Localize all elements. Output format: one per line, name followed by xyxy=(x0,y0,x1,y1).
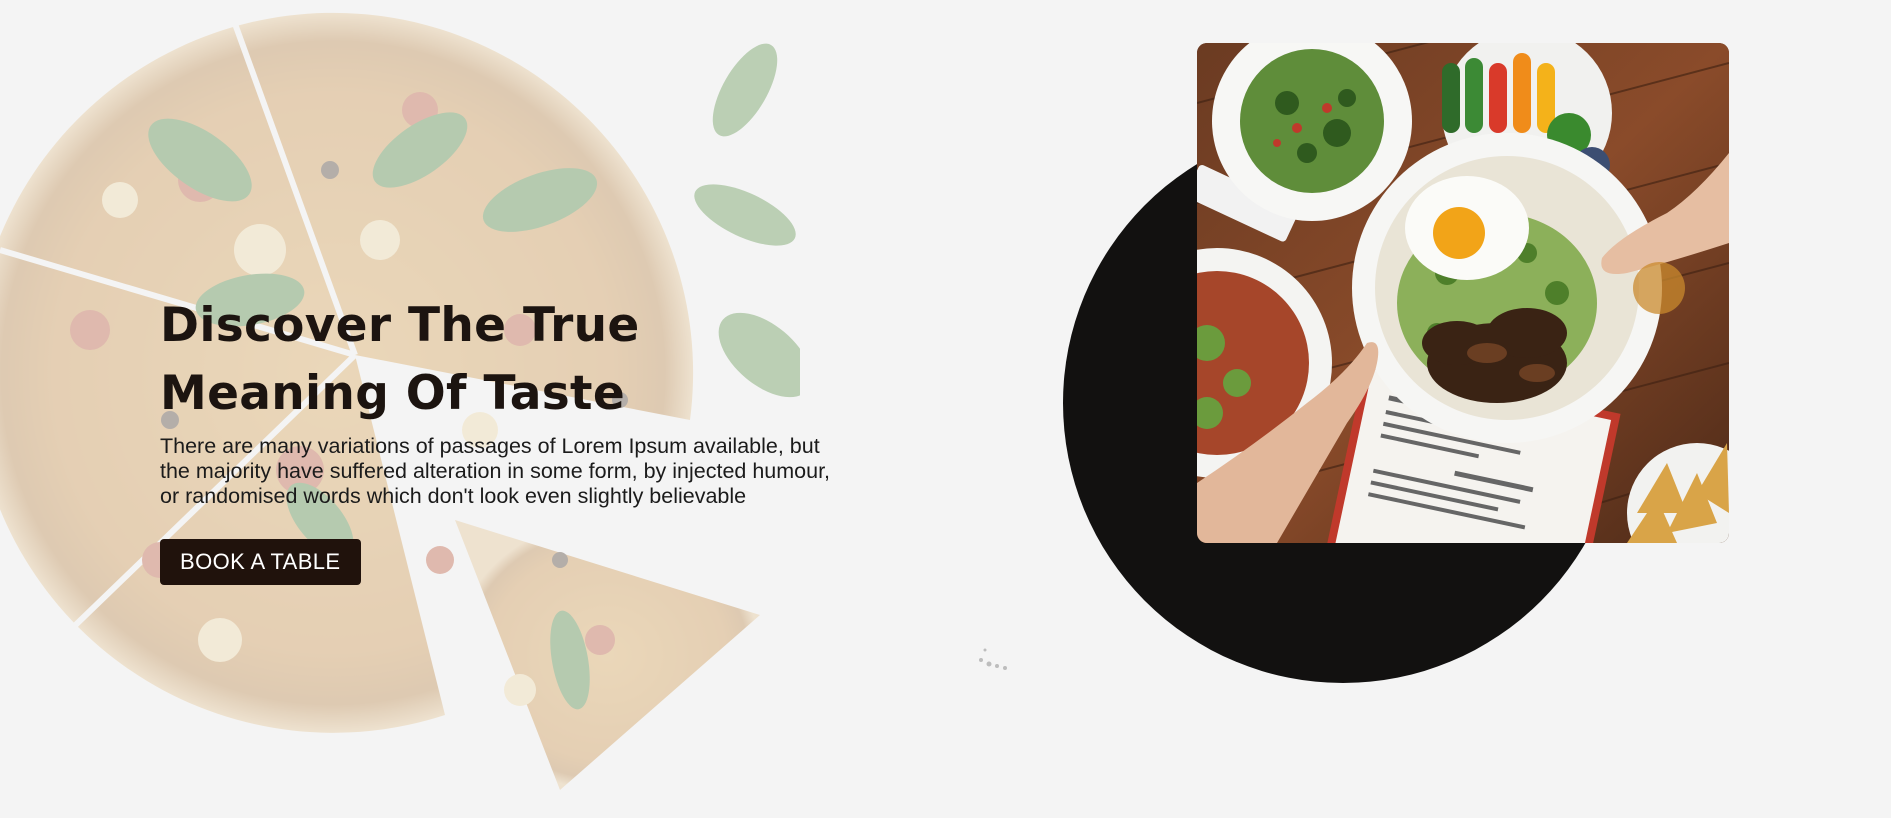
book-a-table-button[interactable]: BOOK A TABLE xyxy=(160,539,361,585)
hero-description: There are many variations of passages of… xyxy=(160,434,831,508)
food-table-photo xyxy=(1197,43,1729,543)
hero-content: Discover The True Meaning Of Taste There… xyxy=(160,292,850,585)
hero-section: Discover The True Meaning Of Taste There… xyxy=(0,0,1891,818)
crumbs-decoration xyxy=(979,648,1007,670)
hero-title: Discover The True Meaning Of Taste xyxy=(160,298,640,421)
